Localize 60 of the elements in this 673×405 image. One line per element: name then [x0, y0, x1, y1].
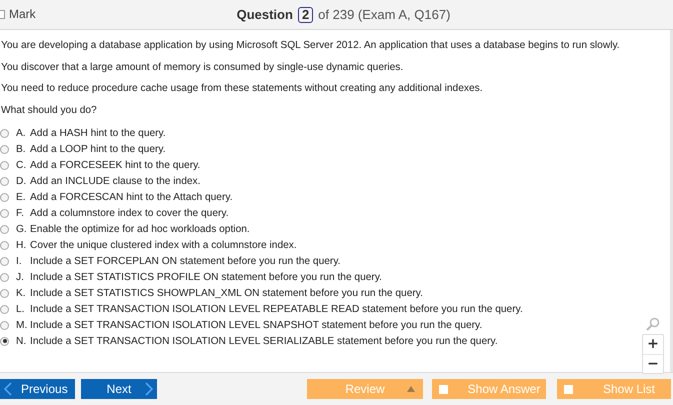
- option-radio[interactable]: [0, 176, 9, 186]
- question-paragraph: You discover that a large amount of memory is consumed by single-use dynamic queries.: [1, 60, 404, 74]
- question-label: Question: [236, 7, 293, 22]
- option-text[interactable]: Include a SET TRANSACTION ISOLATION LEVEL SERIALIZABLE statement before you run the query.: [30, 336, 498, 346]
- next-button[interactable]: Next: [81, 379, 157, 399]
- option-letter: B.: [16, 144, 27, 154]
- option-radio[interactable]: [0, 336, 9, 346]
- option-radio[interactable]: [0, 192, 9, 202]
- question-paragraph: You need to reduce procedure cache usage from these statements without creating any additional indexes.: [1, 82, 484, 96]
- option-letter: E.: [16, 192, 27, 202]
- chevron-left-icon: [4, 382, 12, 396]
- show-answer-checkbox[interactable]: [439, 384, 448, 394]
- option-radio[interactable]: [0, 160, 9, 170]
- option-letter: K.: [16, 288, 27, 298]
- option-letter: G.: [16, 224, 28, 234]
- option-radio[interactable]: [0, 224, 9, 234]
- option-text[interactable]: Include a SET TRANSACTION ISOLATION LEVEL SNAPSHOT statement before you run the query.: [30, 320, 482, 330]
- option-text[interactable]: Add a FORCESEEK hint to the query.: [30, 160, 200, 170]
- option-radio[interactable]: [0, 288, 9, 298]
- option-radio[interactable]: [0, 128, 9, 138]
- option-radio[interactable]: [0, 304, 9, 314]
- option-text[interactable]: Add a FORCESCAN hint to the Attach query.: [30, 192, 233, 202]
- question-paragraph: You are developing a database application by using Microsoft SQL Server 2012. An application that uses a database begins to run slowly.: [1, 39, 621, 53]
- option-letter: C.: [16, 160, 28, 170]
- option-letter: D.: [16, 176, 28, 186]
- zoom-in-button[interactable]: +: [643, 335, 663, 354]
- question-number-field[interactable]: 2: [298, 6, 314, 22]
- option-letter: N.: [16, 336, 28, 346]
- option-text[interactable]: Include a SET TRANSACTION ISOLATION LEVEL REPEATABLE READ statement before you run the query.: [30, 304, 523, 314]
- option-radio[interactable]: [0, 320, 9, 330]
- option-text[interactable]: Include a SET STATISTICS SHOWPLAN_XML ON statement before you run the query.: [30, 288, 423, 298]
- option-text[interactable]: Add an INCLUDE clause to the index.: [30, 176, 200, 186]
- option-text[interactable]: Add a columnstore index to cover the query.: [30, 208, 229, 218]
- option-letter: A.: [16, 128, 27, 138]
- option-letter: F.: [16, 208, 25, 218]
- caret-up-icon: [407, 386, 415, 392]
- option-radio[interactable]: [0, 144, 9, 154]
- option-radio[interactable]: [0, 272, 9, 282]
- mark-label[interactable]: Mark: [9, 7, 36, 21]
- option-letter: J.: [16, 272, 25, 282]
- question-total: of 239 (Exam A, Q167): [318, 7, 450, 22]
- option-radio[interactable]: [0, 208, 9, 218]
- option-letter: L.: [16, 304, 26, 314]
- search-icon[interactable]: [646, 317, 660, 331]
- option-radio[interactable]: [0, 256, 9, 266]
- previous-button[interactable]: Previous: [0, 379, 75, 399]
- question-paragraph: What should you do?: [1, 104, 98, 118]
- option-text[interactable]: Cover the unique clustered index with a columnstore index.: [30, 240, 297, 250]
- zoom-out-button[interactable]: −: [643, 354, 663, 373]
- option-text[interactable]: Add a HASH hint to the query.: [30, 128, 166, 138]
- show-list-checkbox[interactable]: [564, 384, 573, 394]
- option-text[interactable]: Include a SET STATISTICS PROFILE ON statement before you run the query.: [30, 272, 382, 282]
- option-text[interactable]: Enable the optimize for ad hoc workloads option.: [30, 224, 250, 234]
- option-letter: H.: [16, 240, 28, 250]
- chevron-right-icon: [145, 382, 153, 396]
- option-letter: M.: [16, 320, 28, 330]
- option-text[interactable]: Include a SET FORCEPLAN ON statement before you run the query.: [30, 256, 340, 266]
- option-text[interactable]: Add a LOOP hint to the query.: [30, 144, 166, 154]
- option-radio[interactable]: [0, 240, 9, 250]
- option-letter: I.: [16, 256, 23, 266]
